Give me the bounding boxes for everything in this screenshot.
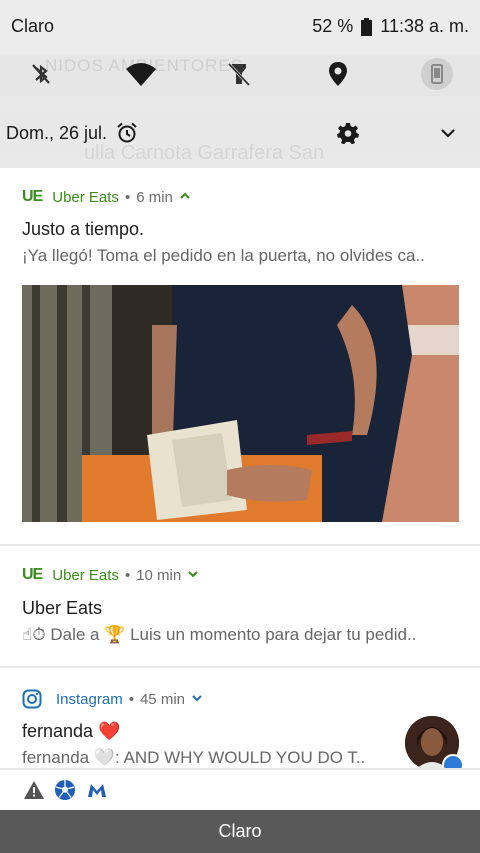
battery-icon bbox=[361, 17, 373, 36]
background-ghost-title: ulla Carnota Garrafera San bbox=[84, 142, 325, 164]
malwarebytes-icon bbox=[86, 779, 108, 801]
reply-badge-icon bbox=[442, 754, 464, 768]
notification-uber-eats[interactable]: UE Uber Eats • 10 min Uber Eats ☝⏱ Dale … bbox=[0, 546, 480, 666]
soccer-ball-icon bbox=[54, 779, 76, 801]
notification-title: fernanda ❤️ bbox=[22, 721, 121, 741]
date-label: Dom., 26 jul. bbox=[6, 123, 108, 143]
notification-body: ¡Ya llegó! Toma el pedido en la puerta, … bbox=[22, 246, 425, 265]
notification-header: UE Uber Eats • 6 min bbox=[22, 188, 191, 206]
uber-eats-logo-icon: UE bbox=[22, 566, 43, 583]
battery-percent: 52 % bbox=[312, 16, 354, 36]
notification-instagram[interactable]: Instagram • 45 min fernanda ❤️ fernanda … bbox=[0, 668, 480, 768]
status-bar: Claro 52 % 11:38 a. m. bbox=[0, 0, 480, 54]
flashlight-off-icon[interactable] bbox=[223, 58, 255, 90]
expand-chevron-icon[interactable] bbox=[439, 124, 457, 147]
app-name: Uber Eats bbox=[52, 566, 119, 584]
notification-time: 10 min bbox=[136, 566, 182, 584]
location-icon[interactable] bbox=[322, 58, 354, 90]
expand-chevron-icon[interactable] bbox=[187, 568, 199, 582]
notification-time: 45 min bbox=[139, 690, 185, 708]
notification-body: fernanda 🤍: AND WHY WOULD YOU DO T.. bbox=[22, 748, 366, 767]
separator-dot: • bbox=[128, 690, 134, 708]
collapse-chevron-icon[interactable] bbox=[179, 190, 191, 204]
warning-icon bbox=[23, 779, 45, 801]
notification-header: UE Uber Eats • 10 min bbox=[22, 566, 199, 584]
app-name: Instagram bbox=[56, 690, 123, 708]
notification-body: ☝⏱ Dale a 🏆 Luis un momento para dejar t… bbox=[22, 625, 417, 644]
notification-title: Uber Eats bbox=[22, 598, 103, 618]
delivery-photo bbox=[22, 285, 459, 522]
settings-gear-icon[interactable] bbox=[337, 122, 359, 149]
bluetooth-off-icon[interactable] bbox=[25, 58, 57, 90]
wifi-icon[interactable] bbox=[125, 58, 157, 90]
app-name: Uber Eats bbox=[52, 188, 119, 206]
notification-uber-eats-expanded[interactable]: UE Uber Eats • 6 min Justo a tiempo. ¡Ya… bbox=[0, 168, 480, 544]
expand-chevron-icon[interactable] bbox=[191, 692, 203, 706]
clock: 11:38 a. m. bbox=[380, 16, 469, 36]
notification-time: 6 min bbox=[136, 188, 173, 206]
notification-header: Instagram • 45 min bbox=[22, 689, 203, 709]
bottom-carrier-label: Claro bbox=[218, 821, 262, 841]
separator-dot: • bbox=[124, 566, 131, 584]
status-carrier: Claro bbox=[11, 16, 55, 36]
bottom-carrier-bar: Claro bbox=[0, 810, 480, 853]
quick-settings-row: NIDOS AMBIENTORES bbox=[0, 54, 480, 96]
notification-title: Justo a tiempo. bbox=[22, 219, 145, 239]
auto-rotate-icon[interactable] bbox=[421, 58, 453, 90]
instagram-logo-icon bbox=[22, 689, 42, 709]
status-right-group: 52 % 11:38 a. m. bbox=[312, 16, 469, 37]
uber-eats-logo-icon: UE bbox=[22, 188, 43, 205]
separator-dot: • bbox=[124, 188, 131, 206]
overflow-icons-row[interactable] bbox=[0, 770, 480, 810]
